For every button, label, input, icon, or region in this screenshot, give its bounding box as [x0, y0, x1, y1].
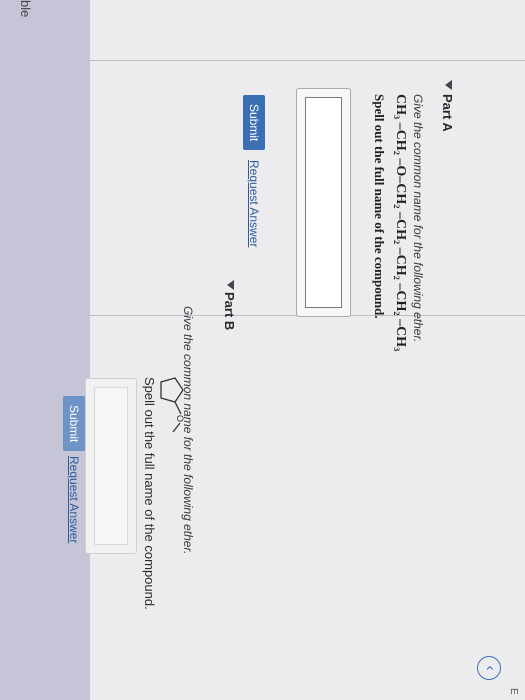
- part-b-request-answer-link[interactable]: Request Answer: [67, 456, 81, 543]
- divider-line: [90, 60, 525, 61]
- bond-ring-o: [174, 401, 182, 415]
- part-a-answer-input[interactable]: [305, 97, 342, 308]
- rotated-screen: ble ‹ E Part A Give the common name for …: [0, 0, 525, 700]
- caret-down-icon[interactable]: [227, 280, 234, 290]
- part-a-title[interactable]: Part A: [440, 94, 455, 132]
- back-button[interactable]: ‹: [477, 656, 501, 680]
- part-a-question: Give the common name for the following e…: [411, 94, 425, 343]
- cyclopentane-ring: [160, 377, 184, 403]
- part-a-submit-button[interactable]: Submit: [243, 95, 265, 151]
- part-b-answer-input[interactable]: [94, 387, 128, 545]
- part-b-submit-button[interactable]: Submit: [63, 396, 85, 452]
- left-nav-strip: ble: [0, 0, 90, 700]
- corner-text: E: [508, 688, 519, 695]
- part-b-answer-area: [85, 378, 137, 554]
- part-a-answer-area: [296, 88, 351, 317]
- part-a-request-answer-link[interactable]: Request Answer: [247, 160, 261, 247]
- part-b-title[interactable]: Part B: [222, 292, 237, 330]
- bond-o-methyl: [172, 422, 181, 433]
- caret-down-icon[interactable]: [445, 80, 452, 90]
- part-b-instruction: Spell out the full name of the compound.: [142, 377, 157, 610]
- part-a-instruction: Spell out the full name of the compound.: [372, 94, 387, 319]
- part-a-formula: CH₃ –CH₂ –O–CH₂ –CH₂ –CH₂ –CH₂ –CH₃: [393, 94, 408, 352]
- chevron-left-icon: ‹: [482, 665, 499, 671]
- nav-label[interactable]: ble: [18, 0, 33, 17]
- oxygen-label: O: [175, 415, 185, 422]
